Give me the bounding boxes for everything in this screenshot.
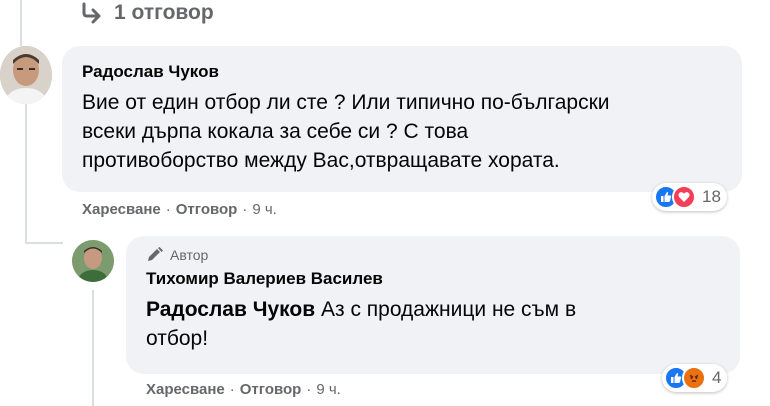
avatar-photo	[0, 46, 52, 104]
thread-line-comment	[25, 104, 27, 244]
separator-dot: ·	[165, 201, 171, 218]
timestamp[interactable]: 9 ч.	[316, 381, 341, 398]
avatar-photo	[72, 240, 114, 282]
thread-line-reply	[92, 290, 94, 406]
reply-button[interactable]: Отговор	[240, 381, 302, 398]
love-reaction-icon	[672, 185, 696, 209]
like-button[interactable]: Харесване	[146, 381, 225, 398]
separator-dot: ·	[306, 381, 312, 398]
reply-avatar[interactable]	[72, 240, 114, 282]
pencil-icon	[148, 247, 163, 261]
angry-reaction-icon	[682, 366, 706, 390]
reply-bubble: Автор Тихомир Валериев Василев Радослав …	[126, 236, 740, 374]
comment-bubble: Радослав Чуков Вие от един отбор ли сте …	[62, 46, 742, 192]
reply-text-line: отбор!	[146, 327, 209, 350]
reply-text: Аз с продажници не съм в	[315, 298, 577, 321]
thread-line-top	[20, 0, 22, 46]
reply-actions: Харесване · Отговор · 9 ч.	[146, 381, 341, 398]
comment-text-line: Вие от един отбор ли сте ? Или типично п…	[82, 91, 610, 114]
comment-author[interactable]: Радослав Чуков	[82, 62, 722, 82]
reply-author[interactable]: Тихомир Валериев Василев	[146, 269, 720, 289]
separator-dot: ·	[242, 201, 248, 218]
thread-line-elbow	[25, 242, 63, 244]
mention-link[interactable]: Радослав Чуков	[146, 298, 315, 321]
author-badge: Автор	[146, 247, 720, 263]
author-badge-label: Автор	[170, 247, 209, 263]
reaction-count: 4	[712, 368, 722, 387]
reply-reactions[interactable]: 4	[662, 364, 728, 392]
avatar[interactable]	[0, 46, 52, 104]
reply-arrow-icon	[82, 2, 101, 24]
reply-button[interactable]: Отговор	[176, 201, 238, 218]
view-replies-label: 1 отговор	[114, 1, 214, 24]
reply-text-line: Радослав Чуков Аз с продажници не съм в	[146, 295, 720, 324]
comment-reactions[interactable]: 18	[652, 183, 727, 211]
comment-text-line: противоборство между Вас,отвращавате хор…	[82, 149, 560, 172]
timestamp[interactable]: 9 ч.	[252, 201, 277, 218]
like-button[interactable]: Харесване	[82, 201, 161, 218]
view-replies-link[interactable]: 1 отговор	[80, 0, 214, 26]
comment-actions: Харесване · Отговор · 9 ч.	[82, 201, 277, 218]
comment-text-line: всеки дърпа кокала за себе си ? С това	[82, 120, 469, 143]
reaction-count: 18	[702, 187, 721, 206]
separator-dot: ·	[229, 381, 235, 398]
